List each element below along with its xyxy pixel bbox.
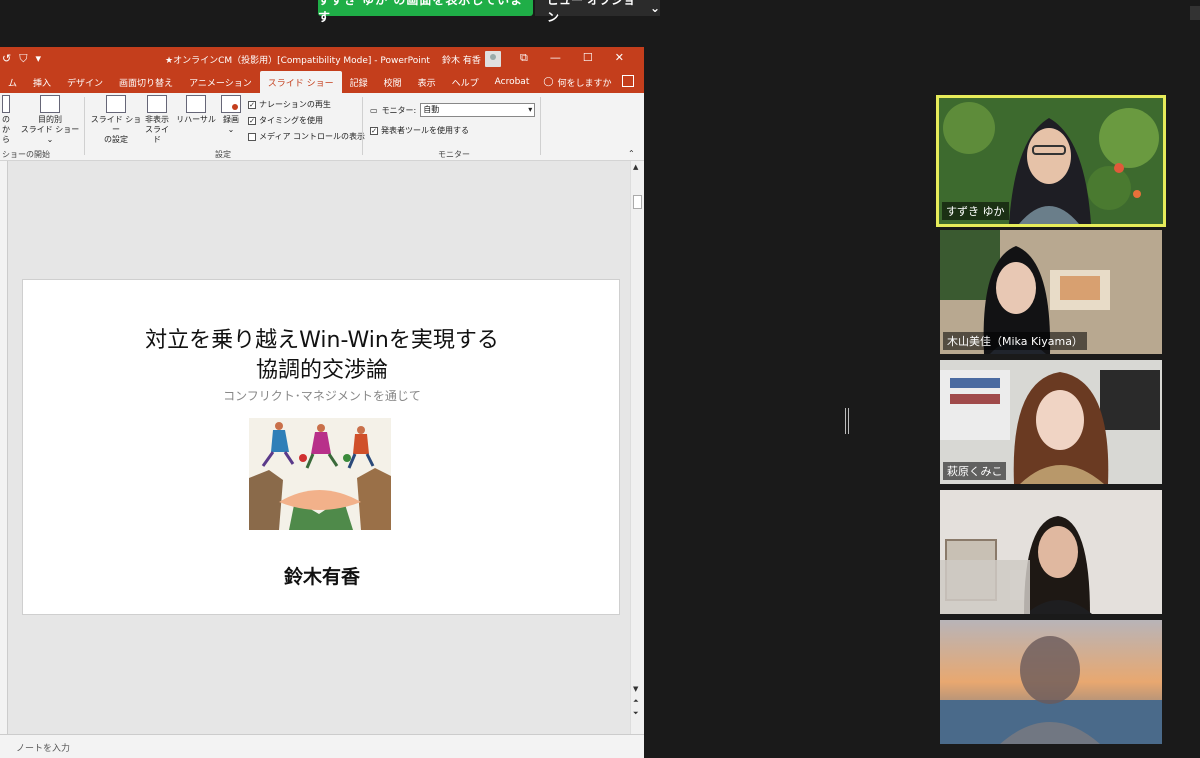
checkbox-box: ✓ — [370, 126, 378, 135]
slide-title-line2: 協調的交渉論 — [255, 358, 388, 383]
window-controls: ⧉ — ☐ ✕ — [520, 51, 624, 65]
participant-name: すずき ゆか — [942, 202, 1009, 220]
participant-tile[interactable] — [940, 490, 1162, 614]
slideshow-icon — [2, 95, 10, 113]
show-media-controls-checkbox[interactable]: メディア コントロールの表示 — [248, 131, 365, 142]
tab-record[interactable]: 記録 — [342, 71, 376, 93]
collapse-ribbon-icon[interactable]: ⌃ — [628, 149, 635, 158]
rehearse-timings-button[interactable]: リハーサル — [176, 95, 216, 125]
group-label-setup: 設定 — [215, 150, 231, 159]
tab-insert[interactable]: 挿入 — [25, 71, 59, 93]
vertical-scrollbar[interactable]: ▲ ▼ ⏶ ⏷ — [630, 161, 644, 734]
title-bar: ↺ ⛉ ▾ ★オンラインCM（投影用）[Compatibility Mode] … — [0, 47, 644, 71]
document-title: ★オンラインCM（投影用）[Compatibility Mode] - Powe… — [165, 56, 430, 66]
group-label-monitor: モニター — [438, 150, 470, 159]
monitor-icon: ▭ — [370, 105, 378, 115]
tell-me-label: 何をしますか — [557, 78, 612, 89]
previous-slide-icon[interactable]: ⏶ — [633, 697, 639, 706]
tab-transitions[interactable]: 画面切り替え — [111, 71, 181, 93]
view-options-label: ビュー オプション — [547, 0, 636, 24]
play-narrations-checkbox[interactable]: ✓ ナレーションの再生 — [248, 99, 331, 110]
from-current-slide-button[interactable]: の から — [0, 95, 12, 145]
slide-canvas[interactable]: 対立を乗り越えWin-Winを実現する 協調的交渉論 コンフリクト･マネジメント… — [22, 279, 620, 615]
ribbon-divider — [362, 97, 363, 155]
checkbox-box: ✓ — [248, 116, 256, 125]
participant-name: 萩原くみこ — [943, 462, 1007, 480]
share-status-banner: すずき ゆか の画面を表示しています — [318, 0, 533, 24]
close-button[interactable]: ✕ — [615, 51, 624, 65]
notes-pane[interactable]: ノートを入力 — [0, 734, 644, 758]
monitor-row: ▭ モニター: 自動 — [370, 103, 536, 117]
powerpoint-window: ↺ ⛉ ▾ ★オンラインCM（投影用）[Compatibility Mode] … — [0, 47, 644, 758]
setup-slide-show-button[interactable]: スライド ショー の設定 — [90, 95, 142, 145]
participant-tile[interactable]: 萩原くみこ — [940, 360, 1162, 484]
view-options-button[interactable]: ビュー オプション ⌄ — [535, 0, 660, 24]
participant-video — [940, 490, 1162, 614]
minimize-button[interactable]: — — [550, 51, 561, 65]
lightbulb-icon: ◯ — [543, 77, 554, 87]
slide-subtitle: コンフリクト･マネジメントを通じて — [223, 389, 421, 403]
record-icon — [221, 95, 241, 113]
ribbon: の から 目的別 スライド ショー ⌄ ショーの開始 スライド ショー の設定 … — [0, 93, 644, 161]
hide-slide-icon — [147, 95, 167, 113]
stopwatch-icon — [186, 95, 206, 113]
tab-view[interactable]: 表示 — [410, 71, 444, 93]
monitor-label: モニター: — [381, 105, 417, 115]
ribbon-tabs: ム 挿入 デザイン 画面切り替え アニメーション スライド ショー 記録 校閲 … — [0, 71, 644, 93]
scroll-thumb[interactable] — [633, 195, 642, 209]
participant-tile[interactable]: 木山美佳（Mika Kiyama） — [940, 230, 1162, 354]
monitor-select[interactable]: 自動 — [420, 103, 536, 117]
slide-title-line1: 対立を乗り越えWin-Winを実現する — [145, 328, 499, 353]
custom-slide-show-button[interactable]: 目的別 スライド ショー ⌄ — [20, 95, 80, 145]
maximize-button[interactable]: ☐ — [583, 51, 593, 65]
checkbox-box: ✓ — [248, 100, 256, 109]
setup-show-icon — [106, 95, 126, 113]
tab-review[interactable]: 校閲 — [376, 71, 410, 93]
group-label-start: ショーの開始 — [2, 150, 50, 159]
jumping-people-illustration — [249, 418, 391, 530]
quick-access-toolbar: ↺ ⛉ ▾ — [2, 52, 41, 66]
start-from-beginning-icon[interactable]: ⛉ — [19, 52, 27, 66]
record-button[interactable]: 録画 ⌄ — [218, 95, 244, 135]
tab-help[interactable]: ヘルプ — [444, 71, 487, 93]
participant-tile[interactable]: すずき ゆか — [936, 95, 1166, 227]
custom-show-icon — [40, 95, 60, 113]
checkbox-box — [248, 132, 256, 141]
tab-acrobat[interactable]: Acrobat — [487, 71, 538, 93]
user-name[interactable]: 鈴木 有香 — [442, 53, 481, 66]
next-slide-icon[interactable]: ⏷ — [633, 709, 639, 718]
use-timings-checkbox[interactable]: ✓ タイミングを使用 — [248, 115, 323, 126]
slide-editor: ▲ ▼ ⏶ ⏷ 対立を乗り越えWin-Winを実現する 協調的交渉論 コンフリク… — [0, 161, 644, 734]
scroll-down-icon[interactable]: ▼ — [633, 685, 638, 693]
tab-design[interactable]: デザイン — [59, 71, 111, 93]
ribbon-divider — [84, 97, 85, 155]
thumbnail-pane[interactable] — [0, 161, 8, 734]
participant-video — [940, 620, 1162, 744]
customize-qat-icon[interactable]: ▾ — [35, 52, 41, 66]
window-corner — [1190, 6, 1200, 20]
ribbon-divider — [540, 97, 541, 155]
hide-slide-button[interactable]: 非表示 スライド — [142, 95, 172, 145]
use-presenter-view-checkbox[interactable]: ✓ 発表者ツールを使用する — [370, 125, 469, 136]
slide-author: 鈴木有香 — [283, 566, 360, 588]
avatar[interactable] — [485, 51, 501, 67]
tell-me-search[interactable]: ◯ 何をしますか — [537, 71, 619, 93]
participant-tile[interactable] — [940, 620, 1162, 744]
slide-illustration — [249, 418, 391, 530]
ribbon-display-icon[interactable]: ⧉ — [520, 51, 528, 65]
chevron-down-icon: ⌄ — [649, 1, 660, 15]
participant-name: 木山美佳（Mika Kiyama） — [943, 332, 1087, 350]
tab-home[interactable]: ム — [0, 71, 25, 93]
splitter-handle[interactable] — [845, 408, 849, 434]
scroll-up-icon[interactable]: ▲ — [633, 163, 638, 171]
tab-animations[interactable]: アニメーション — [181, 71, 260, 93]
tab-slide-show[interactable]: スライド ショー — [259, 71, 342, 93]
undo-icon[interactable]: ↺ — [2, 52, 11, 66]
comments-icon[interactable] — [622, 75, 634, 87]
desktop: すずき ゆか の画面を表示しています ビュー オプション ⌄ ↺ ⛉ ▾ ★オン… — [0, 0, 1200, 758]
